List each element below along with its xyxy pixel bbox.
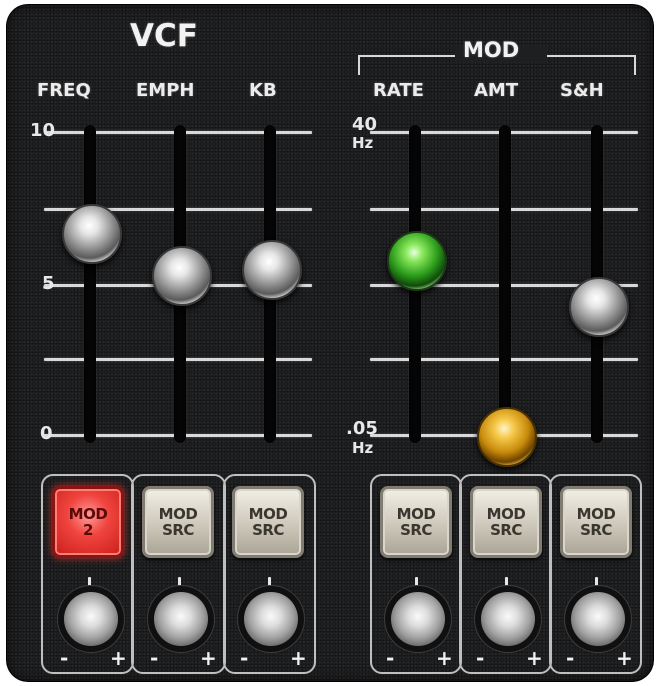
button-label-line1: MOD — [248, 505, 288, 523]
freq-mod-source-button[interactable]: MOD 2 — [52, 486, 124, 558]
freq-slider-handle[interactable] — [62, 203, 122, 264]
vcf-scale-5: 5 — [42, 273, 55, 294]
rate-knob-minus: - — [386, 646, 395, 670]
rate-knob-center-tick — [415, 577, 418, 587]
freq-slider-track[interactable] — [84, 125, 96, 443]
kb-knob-plus: + — [290, 646, 307, 670]
button-label-line2: SRC — [400, 521, 432, 539]
freq-knob-center-tick — [88, 577, 91, 587]
kb-mod-source-button[interactable]: MOD SRC — [232, 486, 304, 558]
button-label-line2: SRC — [580, 521, 612, 539]
emph-mod-source-button[interactable]: MOD SRC — [142, 486, 214, 558]
emph-knob-plus: + — [200, 646, 217, 670]
button-label-line1: MOD — [158, 505, 198, 523]
emph-label: EMPH — [136, 80, 195, 101]
sh-mod-source-button[interactable]: MOD SRC — [560, 486, 632, 558]
button-label-line1: MOD — [486, 505, 526, 523]
amt-mod-source-button[interactable]: MOD SRC — [470, 486, 542, 558]
freq-mod-amount-knob[interactable] — [64, 592, 118, 646]
mod-scale-top-value: 40 — [352, 114, 378, 135]
sh-knob-plus: + — [616, 646, 633, 670]
rate-slider-handle[interactable] — [387, 231, 447, 292]
amt-slider-track[interactable] — [499, 125, 511, 443]
amt-knob-center-tick — [505, 577, 508, 587]
rate-mod-source-button[interactable]: MOD SRC — [380, 486, 452, 558]
rate-knob-plus: + — [436, 646, 453, 670]
vcf-section-title: VCF — [130, 18, 198, 54]
amt-knob-minus: - — [476, 646, 485, 670]
emph-slider-handle[interactable] — [152, 246, 212, 307]
freq-label: FREQ — [37, 80, 91, 101]
emph-knob-minus: - — [150, 646, 159, 670]
freq-knob-minus: - — [60, 646, 69, 670]
button-label-line2: 2 — [83, 521, 93, 539]
rate-mod-amount-knob[interactable] — [391, 592, 445, 646]
emph-knob-center-tick — [178, 577, 181, 587]
freq-knob-plus: + — [110, 646, 127, 670]
rate-label: RATE — [373, 80, 424, 101]
mod-section-title: MOD — [463, 38, 520, 62]
sh-mod-amount-knob[interactable] — [571, 592, 625, 646]
vcf-scale-10: 10 — [30, 120, 56, 141]
button-label-line1: MOD — [576, 505, 616, 523]
button-label-line2: SRC — [252, 521, 284, 539]
amt-knob-plus: + — [526, 646, 543, 670]
mod-scale-bottom-value: .05 — [346, 418, 378, 439]
kb-label: KB — [249, 80, 277, 101]
button-label-line2: SRC — [490, 521, 522, 539]
button-label-line1: MOD — [396, 505, 436, 523]
kb-knob-center-tick — [268, 577, 271, 587]
emph-mod-amount-knob[interactable] — [154, 592, 208, 646]
kb-slider-handle[interactable] — [242, 240, 302, 301]
amt-label: AMT — [474, 80, 519, 101]
sh-label: S&H — [560, 80, 604, 101]
button-label-line2: SRC — [162, 521, 194, 539]
kb-knob-minus: - — [240, 646, 249, 670]
amt-mod-amount-knob[interactable] — [481, 592, 535, 646]
kb-mod-amount-knob[interactable] — [244, 592, 298, 646]
sh-knob-center-tick — [595, 577, 598, 587]
button-label-line1: MOD — [68, 505, 108, 523]
sh-slider-handle[interactable] — [569, 276, 629, 337]
mod-scale-bottom-unit: Hz — [352, 439, 374, 457]
sh-knob-minus: - — [566, 646, 575, 670]
amt-slider-handle[interactable] — [477, 407, 537, 467]
vcf-scale-0: 0 — [40, 423, 53, 444]
mod-scale-top-unit: Hz — [352, 134, 374, 152]
